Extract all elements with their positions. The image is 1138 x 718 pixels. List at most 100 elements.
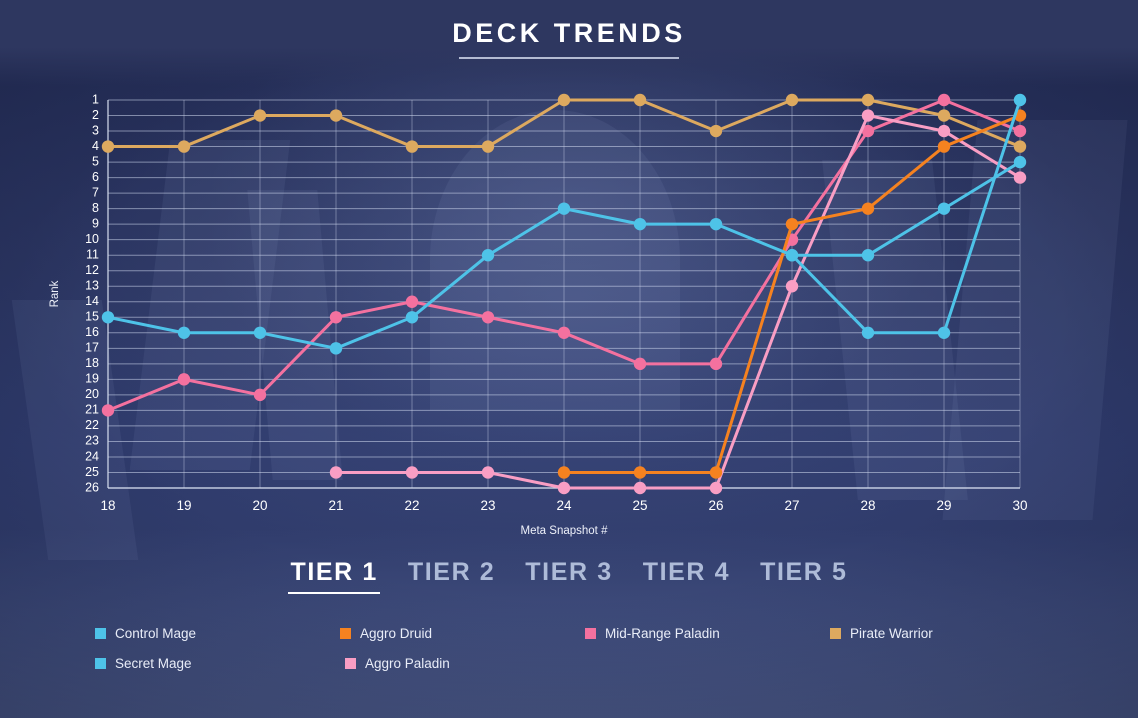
data-point[interactable]: [405, 466, 419, 479]
data-point[interactable]: [709, 124, 723, 138]
tier-selector[interactable]: TIER 1 TIER 2 TIER 3 TIER 4 TIER 5: [0, 552, 1138, 598]
data-point[interactable]: [785, 217, 799, 231]
legend-label: Pirate Warrior: [850, 625, 933, 641]
tier-button-2[interactable]: TIER 2: [406, 556, 497, 594]
data-point[interactable]: [329, 342, 343, 355]
y-axis-tick-label: 13: [85, 279, 99, 293]
legend-row: Secret Mage Aggro Paladin: [95, 648, 1075, 678]
legend-item[interactable]: Aggro Paladin: [345, 648, 595, 678]
tier-button-5[interactable]: TIER 5: [758, 556, 849, 594]
data-point[interactable]: [481, 140, 495, 153]
data-point[interactable]: [861, 326, 875, 339]
legend-item[interactable]: Secret Mage: [95, 648, 345, 678]
data-point[interactable]: [709, 466, 723, 479]
data-point[interactable]: [481, 466, 495, 479]
data-point[interactable]: [557, 202, 571, 215]
data-point[interactable]: [709, 217, 723, 231]
data-point[interactable]: [177, 140, 191, 153]
legend-swatch-icon: [585, 627, 596, 639]
data-point[interactable]: [937, 93, 951, 107]
legend-swatch-icon: [345, 657, 356, 669]
data-point[interactable]: [937, 124, 951, 138]
data-point[interactable]: [101, 404, 115, 417]
page-title: DECK TRENDS: [452, 18, 686, 48]
data-point[interactable]: [1013, 155, 1027, 169]
data-point[interactable]: [633, 466, 647, 479]
data-point[interactable]: [709, 357, 723, 371]
data-point[interactable]: [253, 388, 267, 402]
legend-item[interactable]: Control Mage: [95, 618, 340, 648]
legend-item[interactable]: Aggro Druid: [340, 618, 585, 648]
data-point[interactable]: [1013, 171, 1027, 184]
data-point[interactable]: [861, 202, 875, 215]
data-point[interactable]: [633, 481, 647, 495]
data-point[interactable]: [557, 326, 571, 339]
y-axis-tick-label: 1: [92, 92, 99, 106]
data-point[interactable]: [557, 481, 571, 495]
x-axis-tick-label: 19: [176, 498, 191, 513]
data-point[interactable]: [329, 311, 343, 324]
tier-button-1[interactable]: TIER 1: [288, 556, 381, 594]
x-axis-tick-label: 27: [784, 498, 799, 513]
y-axis-tick-label: 4: [92, 139, 99, 153]
y-axis-tick-label: 5: [92, 154, 99, 168]
y-axis-title: Rank: [49, 280, 61, 307]
data-point[interactable]: [253, 326, 267, 339]
x-axis-tick-label: 30: [1012, 498, 1027, 513]
data-point[interactable]: [177, 373, 191, 386]
tier-button-4[interactable]: TIER 4: [641, 556, 732, 594]
data-point[interactable]: [1013, 140, 1027, 153]
data-point[interactable]: [633, 357, 647, 371]
chart-svg: 1234567891011121314151617181920212223242…: [49, 92, 1028, 537]
legend-label: Control Mage: [115, 625, 197, 641]
data-point[interactable]: [481, 249, 495, 262]
title-underline: [459, 57, 679, 59]
data-point[interactable]: [709, 481, 723, 495]
data-point[interactable]: [861, 93, 875, 107]
data-point[interactable]: [481, 311, 495, 324]
data-point[interactable]: [405, 295, 419, 308]
y-axis-tick-label: 20: [85, 387, 99, 401]
y-axis-tick-label: 9: [92, 216, 99, 230]
data-point[interactable]: [937, 140, 951, 153]
deck-trends-chart[interactable]: 1 2 3 4 5 6 7 8 9 10 11 12 13 14 15 16 17 18 19 20 21 22 23 24 2…: [0, 86, 1138, 546]
y-axis-tick-label: 17: [85, 341, 99, 355]
data-point[interactable]: [329, 109, 343, 122]
x-axis-tick-label: 25: [632, 498, 647, 513]
data-point[interactable]: [405, 140, 419, 153]
data-point[interactable]: [177, 326, 191, 339]
y-axis-tick-label: 3: [92, 123, 99, 137]
data-point[interactable]: [785, 280, 799, 293]
data-point[interactable]: [937, 326, 951, 339]
x-axis-title: Meta Snapshot #: [521, 525, 609, 537]
chart-legend[interactable]: Control Mage Aggro Druid Mid-Range Paladin…: [95, 618, 1075, 678]
data-point[interactable]: [861, 109, 875, 122]
data-point[interactable]: [101, 311, 115, 324]
tier-button-3[interactable]: TIER 3: [523, 556, 614, 594]
y-axis-tick-label: 8: [92, 201, 99, 215]
data-point[interactable]: [861, 249, 875, 262]
data-point[interactable]: [937, 202, 951, 215]
y-axis-tick-label: 23: [85, 434, 99, 448]
y-axis-tick-label: 16: [85, 325, 99, 339]
data-point[interactable]: [557, 466, 571, 479]
data-point[interactable]: [937, 109, 951, 122]
y-axis-tick-label: 7: [92, 185, 99, 199]
data-point[interactable]: [1013, 124, 1027, 138]
y-axis-tick-label: 15: [85, 310, 99, 324]
data-point[interactable]: [253, 109, 267, 122]
legend-row: Control Mage Aggro Druid Mid-Range Paladin…: [95, 618, 1075, 648]
data-point[interactable]: [101, 140, 115, 153]
data-point[interactable]: [557, 93, 571, 107]
data-point[interactable]: [785, 249, 799, 262]
x-axis-tick-label: 26: [708, 498, 723, 513]
legend-label: Aggro Druid: [360, 625, 433, 641]
legend-item[interactable]: Pirate Warrior: [830, 618, 1075, 648]
data-point[interactable]: [633, 217, 647, 231]
data-point[interactable]: [633, 93, 647, 107]
data-point[interactable]: [329, 466, 343, 479]
data-point[interactable]: [785, 93, 799, 107]
data-point[interactable]: [1013, 93, 1027, 107]
data-point[interactable]: [405, 311, 419, 324]
legend-item[interactable]: Mid-Range Paladin: [585, 618, 830, 648]
